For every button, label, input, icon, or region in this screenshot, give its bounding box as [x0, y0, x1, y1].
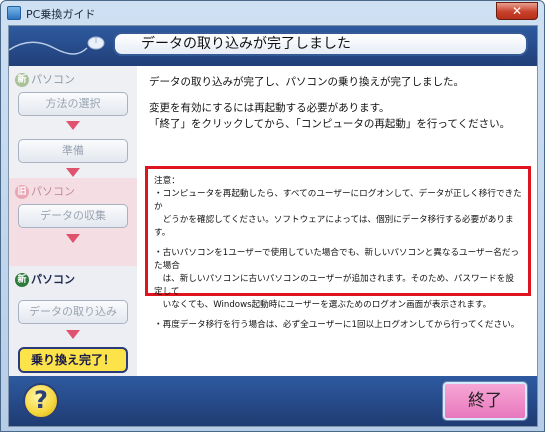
footer-bar: ? 終了	[9, 376, 537, 426]
notice-title: 注意：	[154, 176, 180, 186]
main-content: データの取り込みが完了し、パソコンの乗り換えが完了しました。 変更を有効にするに…	[137, 66, 537, 376]
section-label: パソコン	[31, 185, 75, 198]
arrow-down-icon	[66, 330, 80, 339]
restart-instruction: 「終了」をクリックしてから、「コンピュータの再起動」を行ってください。	[149, 118, 511, 130]
app-icon	[7, 6, 21, 20]
new-pc-section-1: 新パソコン 方法の選択 準備	[9, 66, 137, 178]
client-area: データの取り込みが完了しました 新パソコン 方法の選択 準備 旧パソコン データ…	[8, 25, 538, 427]
step-data-import: データの取り込み	[18, 300, 128, 324]
new-badge: 新	[15, 273, 29, 287]
progress-sidebar: 新パソコン 方法の選択 準備 旧パソコン データの収集 新パソコン データの取り…	[9, 66, 137, 376]
migration-complete-badge: 乗り換え完了！	[18, 347, 128, 373]
old-pc-section: 旧パソコン データの収集	[9, 178, 137, 266]
restart-required-message: 変更を有効にするには再起動する必要があります。	[149, 102, 390, 114]
arrow-down-icon	[66, 234, 80, 243]
notice-item: ・再度データ移行を行う場合は、必ず全ユーザーに1回以上ログオンしてから行ってくだ…	[154, 320, 520, 330]
close-button[interactable]: ✕	[496, 2, 538, 20]
arrow-down-icon	[66, 168, 80, 177]
notice-box: 注意： ・コンピュータを再起動したら、すべてのユーザーにログオンして、データが正…	[145, 166, 531, 330]
arrow-down-icon	[66, 121, 80, 130]
section-label: パソコン	[31, 73, 75, 86]
new-badge: 新	[15, 73, 29, 87]
notice-item: ・古いパソコンを1ユーザーで使用していた場合でも、新しいパソコンと異なるユーザー…	[154, 248, 520, 310]
mouse-cable-icon	[9, 36, 105, 55]
step-data-collect: データの収集	[18, 204, 128, 228]
step-method-select: 方法の選択	[18, 92, 128, 116]
header-banner: データの取り込みが完了しました	[9, 26, 537, 66]
finish-button[interactable]: 終了	[442, 381, 528, 421]
window-title: PC乗換ガイド	[26, 8, 96, 21]
section-label: パソコン	[31, 273, 75, 286]
help-button[interactable]: ?	[23, 383, 59, 419]
app-window: PC乗換ガイド ✕ データの取り込みが完了しました 新パソコン 方法の選択 準備	[0, 0, 545, 432]
notice-item: ・コンピュータを再起動したら、すべてのユーザーにログオンして、データが正しく移行…	[154, 189, 522, 238]
step-prepare: 準備	[18, 139, 128, 163]
title-bar: PC乗換ガイド ✕	[1, 1, 544, 25]
old-badge: 旧	[15, 185, 29, 199]
page-title: データの取り込みが完了しました	[113, 32, 528, 56]
completion-message: データの取り込みが完了し、パソコンの乗り換えが完了しました。	[149, 76, 464, 88]
